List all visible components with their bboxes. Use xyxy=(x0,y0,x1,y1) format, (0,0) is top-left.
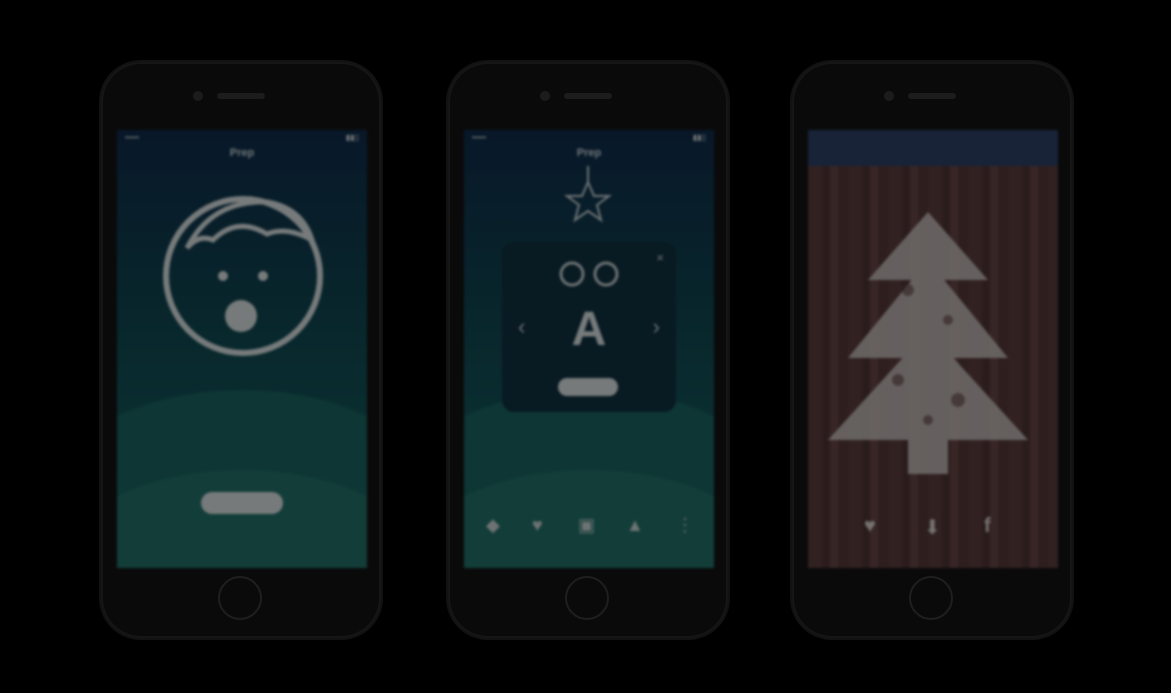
star-ornament-icon xyxy=(564,166,612,223)
card-letter: A xyxy=(571,303,607,356)
phone-3-screen: ♥ ⬇ f xyxy=(808,130,1058,568)
front-camera xyxy=(540,91,550,101)
start-button[interactable] xyxy=(201,492,283,514)
phone-2-screen: ••••• ▮▮▯ Prep × ‹ › A ◆ ♥ ▣ ▲ ⋮ xyxy=(464,130,714,568)
front-camera xyxy=(193,91,203,101)
home-button[interactable] xyxy=(565,576,609,620)
speaker-grille xyxy=(908,93,956,99)
close-icon[interactable]: × xyxy=(656,250,664,265)
phone-1-screen: ••••• ▮▮▯ Prep xyxy=(117,130,367,568)
front-camera xyxy=(884,91,894,101)
letter-card: × ‹ › A xyxy=(502,242,676,412)
download-icon[interactable]: ⬇ xyxy=(924,515,941,540)
home-button[interactable] xyxy=(909,576,953,620)
tree-icon[interactable]: ▲ xyxy=(626,515,644,536)
christmas-tree-icon xyxy=(828,212,1028,474)
owl-eyes-icon xyxy=(559,261,619,287)
home-button[interactable] xyxy=(218,576,262,620)
phone-mockup-3: ♥ ⬇ f xyxy=(792,62,1072,638)
mockup-stage: ••••• ▮▮▯ Prep ••••• ▮▮▯ Prep × ‹ › A ◆ … xyxy=(0,0,1171,693)
heart-icon[interactable]: ♥ xyxy=(532,515,543,536)
phone-mockup-2: ••••• ▮▮▯ Prep × ‹ › A ◆ ♥ ▣ ▲ ⋮ xyxy=(448,62,728,638)
speaker-grille xyxy=(217,93,265,99)
twitter-share-icon[interactable]: ♥ xyxy=(864,515,876,538)
more-icon[interactable]: ⋮ xyxy=(676,515,694,536)
card-action-button[interactable] xyxy=(558,378,618,396)
gift-icon[interactable]: ▣ xyxy=(578,515,595,536)
phone-mockup-1: ••••• ▮▮▯ Prep xyxy=(101,62,381,638)
speaker-grille xyxy=(564,93,612,99)
tab-bar: ◆ ♥ ▣ ▲ ⋮ xyxy=(464,515,714,545)
bird-icon[interactable]: ◆ xyxy=(486,515,500,536)
facebook-share-icon[interactable]: f xyxy=(984,515,991,538)
